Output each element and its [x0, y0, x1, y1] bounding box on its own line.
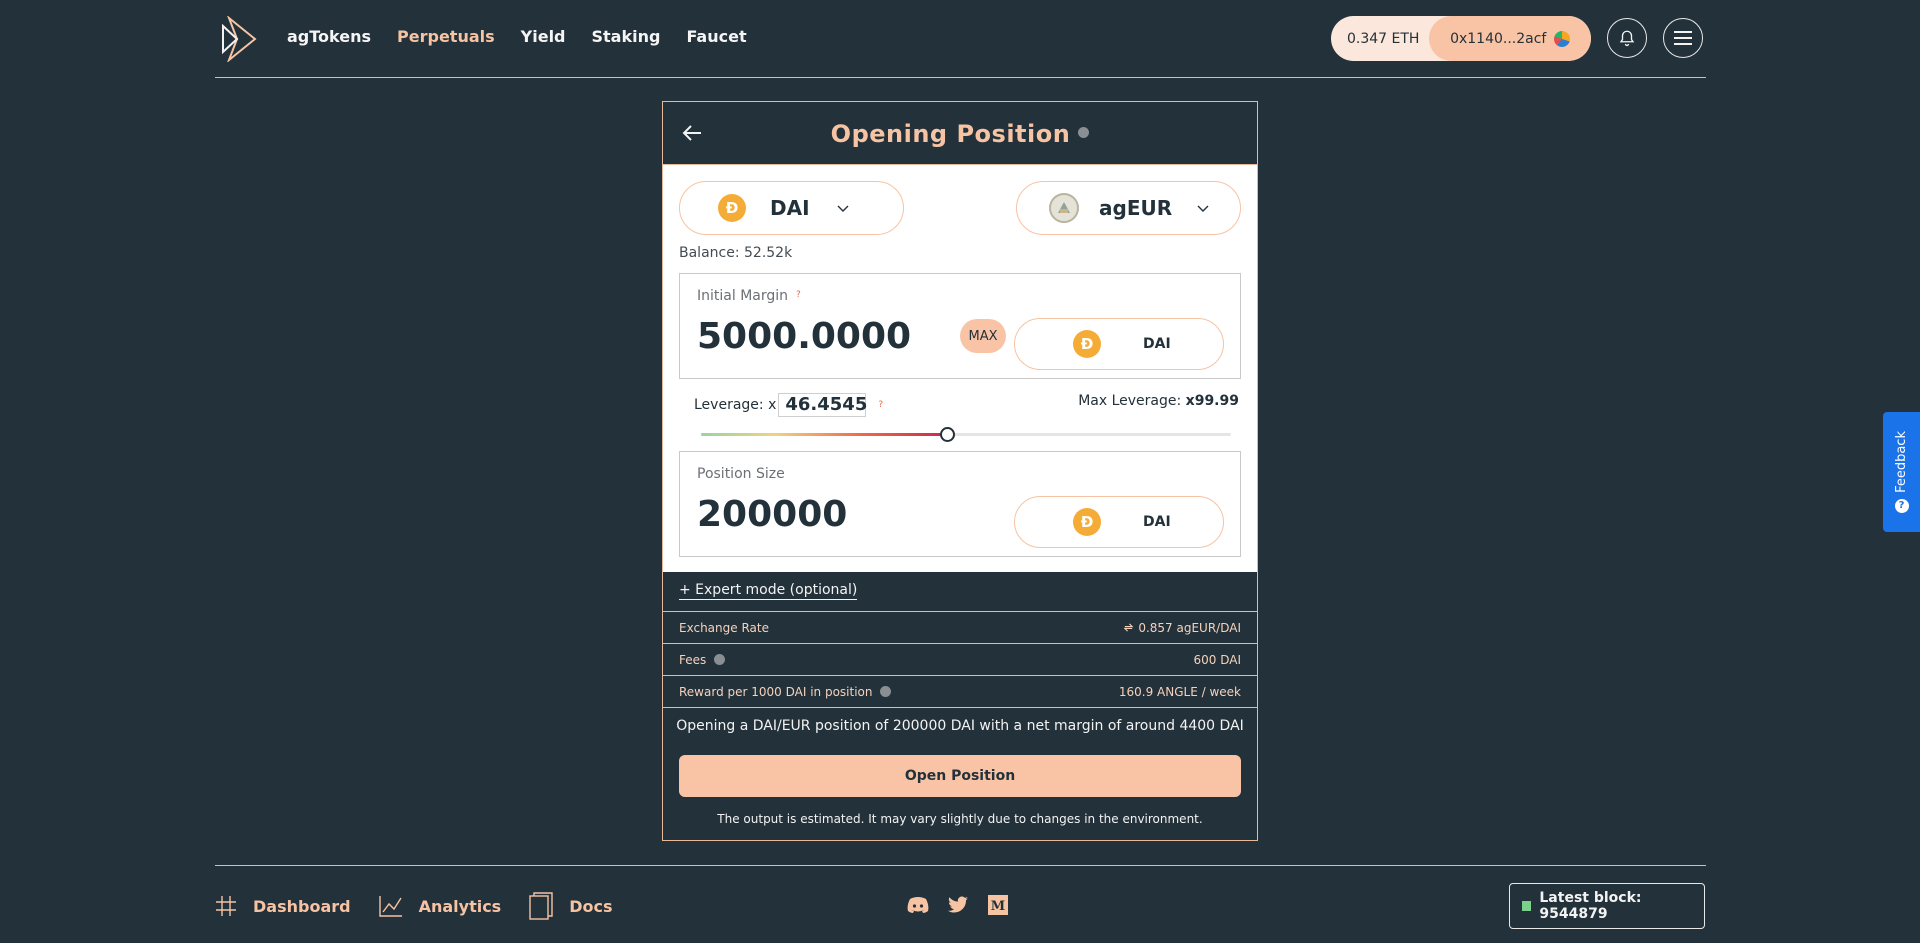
- expert-mode-link[interactable]: + Expert mode (optional): [679, 582, 858, 600]
- chevron-down-icon: [837, 205, 849, 212]
- chevron-down-icon: [1197, 205, 1209, 212]
- nav-perpetuals[interactable]: Perpetuals: [397, 27, 495, 46]
- exchange-rate-row: Exchange Rate 0.857 agEUR/DAI: [663, 612, 1257, 644]
- fees-row: Fees 600 DAI: [663, 644, 1257, 676]
- footer-docs-link[interactable]: Docs: [529, 892, 612, 920]
- target-token-select[interactable]: agEUR: [1016, 181, 1241, 235]
- top-header: agTokens Perpetuals Yield Staking Faucet…: [215, 0, 1706, 78]
- target-token-name: agEUR: [1099, 196, 1173, 220]
- collateral-token-select[interactable]: Ð DAI: [679, 181, 904, 235]
- menu-button[interactable]: [1663, 18, 1703, 58]
- latest-block-badge: Latest block: 9544879: [1509, 883, 1705, 929]
- wallet-address-button[interactable]: 0x1140...2acf: [1429, 16, 1591, 61]
- question-icon: ?: [1894, 498, 1909, 513]
- initial-margin-unit: Ð DAI: [1014, 318, 1224, 370]
- twitter-icon[interactable]: [947, 894, 969, 916]
- expert-mode-row: + Expert mode (optional): [663, 572, 1257, 612]
- unit-label: DAI: [1143, 514, 1171, 530]
- notifications-button[interactable]: [1607, 18, 1647, 58]
- footer-link-label: Docs: [569, 896, 613, 916]
- footer-dashboard-link[interactable]: Dashboard: [215, 895, 351, 917]
- unit-label: DAI: [1143, 336, 1171, 352]
- opening-position-card: Opening Position Ð DAI agEUR Balance: 52…: [662, 101, 1258, 841]
- collateral-token-name: DAI: [770, 196, 810, 220]
- initial-margin-label-text: Initial Margin: [697, 288, 789, 304]
- nav-faucet[interactable]: Faucet: [686, 27, 746, 46]
- leverage-slider[interactable]: [701, 427, 1231, 442]
- reward-row: Reward per 1000 DAI in position 160.9 AN…: [663, 676, 1257, 708]
- social-links: M: [907, 894, 1009, 916]
- reward-value: 160.9 ANGLE / week: [1118, 684, 1241, 699]
- exchange-rate-value: 0.857 agEUR/DAI: [1138, 620, 1241, 635]
- latest-block-text: Latest block: 9544879: [1539, 890, 1642, 922]
- dai-icon: Ð: [1073, 330, 1101, 358]
- card-title: Opening Position: [663, 120, 1257, 148]
- card-header: Opening Position: [663, 102, 1257, 165]
- position-size-input[interactable]: 200000: [697, 494, 847, 535]
- info-value: 0.857 agEUR/DAI: [1123, 621, 1241, 635]
- footer-analytics-link[interactable]: Analytics: [378, 895, 502, 917]
- main-nav: agTokens Perpetuals Yield Staking Faucet: [287, 27, 747, 46]
- position-size-unit: Ð DAI: [1014, 496, 1224, 548]
- dai-icon: Ð: [1073, 508, 1101, 536]
- fees-label: Fees: [679, 652, 707, 667]
- feedback-label: Feedback: [1894, 431, 1909, 493]
- chart-icon: [378, 896, 402, 917]
- card-title-text: Opening Position: [830, 120, 1071, 148]
- leverage-input[interactable]: 46.4545: [778, 393, 867, 417]
- initial-margin-label: Initial Margin?: [697, 288, 801, 304]
- nav-staking[interactable]: Staking: [592, 27, 661, 46]
- footer-divider: [215, 865, 1706, 866]
- wallet-pill[interactable]: 0.347 ETH 0x1140...2acf: [1331, 16, 1591, 61]
- info-label: Fees: [679, 652, 726, 667]
- card-form: Ð DAI agEUR Balance: 52.52k Initial Marg…: [663, 165, 1257, 572]
- footer-link-label: Dashboard: [253, 896, 351, 916]
- balance-text: Balance: 52.52k: [679, 245, 793, 261]
- reward-label: Reward per 1000 DAI in position: [679, 684, 873, 699]
- fees-value: 600 DAI: [1193, 652, 1242, 667]
- wallet-avatar-icon: [1554, 30, 1571, 47]
- leverage-label: Leverage: x: [694, 397, 777, 413]
- max-button[interactable]: MAX: [960, 319, 1006, 353]
- help-icon[interactable]: ?: [796, 290, 801, 300]
- feedback-tab[interactable]: Feedback ?: [1883, 412, 1920, 532]
- footer-nav: Dashboard Analytics Docs: [215, 892, 612, 920]
- position-size-box: Position Size 200000 Ð DAI: [679, 451, 1241, 557]
- swap-icon[interactable]: [1123, 622, 1134, 633]
- disclaimer-text: The output is estimated. It may vary sli…: [717, 812, 1203, 826]
- nav-yield[interactable]: Yield: [521, 27, 566, 46]
- bell-icon: [1619, 30, 1635, 47]
- info-icon[interactable]: [880, 686, 892, 697]
- svg-text:M: M: [991, 899, 1005, 914]
- leverage-row: Leverage: x 46.4545 ?: [694, 393, 883, 417]
- info-label: Reward per 1000 DAI in position: [679, 684, 892, 699]
- info-label: Exchange Rate: [679, 620, 769, 635]
- status-dot-icon: [1522, 901, 1532, 911]
- leverage-slider-fill: [701, 433, 948, 436]
- nav-agtokens[interactable]: agTokens: [287, 27, 371, 46]
- max-leverage-label: Max Leverage:: [1078, 393, 1186, 409]
- initial-margin-input[interactable]: 5000.0000: [697, 316, 911, 357]
- hamburger-icon: [1674, 31, 1692, 45]
- info-icon[interactable]: [714, 654, 726, 665]
- eth-balance: 0.347 ETH: [1347, 30, 1420, 47]
- max-leverage-value: x99.99: [1185, 393, 1239, 409]
- medium-icon[interactable]: M: [987, 894, 1009, 916]
- wallet-address: 0x1140...2acf: [1450, 30, 1547, 47]
- docs-icon: [529, 892, 553, 920]
- position-size-label: Position Size: [697, 466, 785, 482]
- footer-link-label: Analytics: [418, 896, 502, 916]
- help-icon[interactable]: ?: [878, 400, 883, 410]
- angle-logo-icon[interactable]: [219, 16, 259, 62]
- discord-icon[interactable]: [907, 894, 929, 916]
- max-leverage: Max Leverage: x99.99: [1078, 393, 1239, 409]
- open-position-button[interactable]: Open Position: [679, 755, 1241, 797]
- ageur-icon: [1049, 193, 1079, 223]
- info-icon[interactable]: [1078, 127, 1090, 138]
- position-summary: Opening a DAI/EUR position of 200000 DAI…: [676, 718, 1244, 734]
- initial-margin-box: Initial Margin? 5000.0000 MAX Ð DAI: [679, 273, 1241, 379]
- leverage-slider-thumb[interactable]: [940, 427, 956, 442]
- grid-icon: [216, 896, 236, 916]
- dai-icon: Ð: [718, 194, 746, 222]
